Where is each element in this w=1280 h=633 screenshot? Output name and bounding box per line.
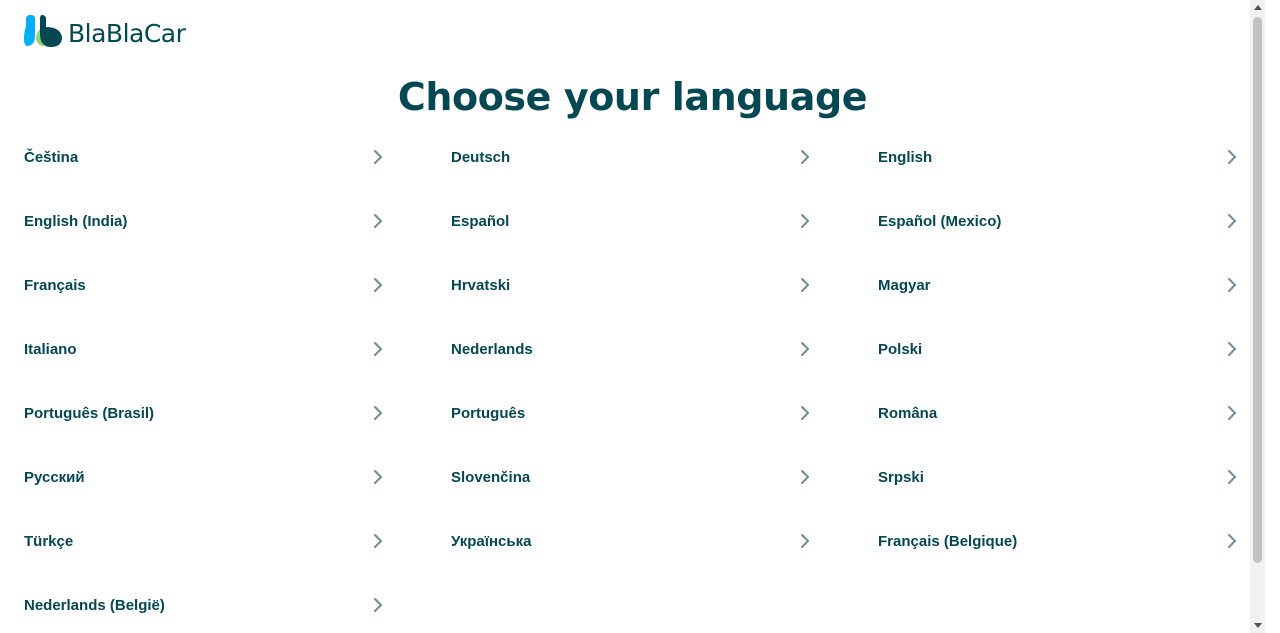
language-option[interactable]: Español (Mexico) — [878, 189, 1240, 253]
language-label: Português — [451, 404, 526, 422]
chevron-right-icon — [801, 278, 809, 292]
language-label: Nederlands (België) — [24, 596, 165, 614]
language-option[interactable]: Português (Brasil) — [24, 381, 386, 445]
language-option[interactable]: Français (Belgique) — [878, 509, 1240, 573]
scroll-up-arrow-icon[interactable] — [1250, 0, 1265, 15]
chevron-right-icon — [1228, 278, 1236, 292]
chevron-right-icon — [1228, 534, 1236, 548]
language-label: Româna — [878, 404, 938, 422]
language-label: Srpski — [878, 468, 924, 486]
language-label: Deutsch — [451, 148, 511, 166]
language-label: Italiano — [24, 340, 77, 358]
language-option[interactable]: Español — [451, 189, 813, 253]
chevron-right-icon — [374, 406, 382, 420]
language-label: Українська — [451, 532, 532, 550]
scrollbar-thumb[interactable] — [1253, 17, 1262, 563]
language-option[interactable]: Hrvatski — [451, 253, 813, 317]
language-label: Polski — [878, 340, 923, 358]
language-label: Čeština — [24, 148, 79, 166]
language-label: English — [878, 148, 933, 166]
language-option[interactable]: Français — [24, 253, 386, 317]
chevron-right-icon — [374, 150, 382, 164]
chevron-right-icon — [374, 342, 382, 356]
chevron-right-icon — [1228, 342, 1236, 356]
language-option[interactable]: English — [878, 125, 1240, 189]
language-option[interactable]: Polski — [878, 317, 1240, 381]
language-label: Slovenčina — [451, 468, 531, 486]
chevron-right-icon — [801, 534, 809, 548]
chevron-right-icon — [801, 150, 809, 164]
language-label: Português (Brasil) — [24, 404, 155, 422]
language-label: Español (Mexico) — [878, 212, 1002, 230]
language-label: Nederlands — [451, 340, 533, 358]
language-option[interactable]: Srpski — [878, 445, 1240, 509]
language-label: Hrvatski — [451, 276, 511, 294]
chevron-right-icon — [374, 470, 382, 484]
blablacar-logo[interactable]: BlaBlaCar — [24, 11, 186, 48]
language-label: Magyar — [878, 276, 931, 294]
chevron-right-icon — [374, 598, 382, 612]
language-option[interactable]: Slovenčina — [451, 445, 813, 509]
chevron-right-icon — [1228, 214, 1236, 228]
chevron-right-icon — [374, 214, 382, 228]
language-label: English (India) — [24, 212, 128, 230]
chevron-right-icon — [1228, 406, 1236, 420]
language-label: Français — [24, 276, 86, 294]
language-option[interactable]: Româna — [878, 381, 1240, 445]
language-option[interactable]: Русский — [24, 445, 386, 509]
blablacar-logo-icon — [24, 15, 62, 47]
language-option[interactable]: Nederlands — [451, 317, 813, 381]
language-label: Français (Belgique) — [878, 532, 1018, 550]
chevron-right-icon — [801, 214, 809, 228]
language-option[interactable]: Deutsch — [451, 125, 813, 189]
chevron-right-icon — [801, 406, 809, 420]
chevron-right-icon — [1228, 150, 1236, 164]
language-option[interactable]: Magyar — [878, 253, 1240, 317]
chevron-right-icon — [801, 470, 809, 484]
chevron-right-icon — [801, 342, 809, 356]
chevron-right-icon — [1228, 470, 1236, 484]
language-label: Русский — [24, 468, 85, 486]
language-option[interactable]: Nederlands (België) — [24, 573, 386, 633]
language-page: BlaBlaCar Choose your language Čeština De… — [0, 0, 1265, 633]
chevron-right-icon — [374, 278, 382, 292]
language-option[interactable]: English (India) — [24, 189, 386, 253]
language-option[interactable]: Čeština — [24, 125, 386, 189]
vertical-scrollbar[interactable] — [1250, 0, 1265, 633]
language-label: Español — [451, 212, 510, 230]
page-title: Choose your language — [397, 75, 868, 119]
language-label: Türkçe — [24, 532, 74, 550]
language-option[interactable]: Türkçe — [24, 509, 386, 573]
logo-text: BlaBlaCar — [68, 19, 186, 48]
scroll-down-arrow-icon[interactable] — [1250, 618, 1265, 633]
language-option[interactable]: Português — [451, 381, 813, 445]
language-option[interactable]: Українська — [451, 509, 813, 573]
language-option[interactable]: Italiano — [24, 317, 386, 381]
chevron-right-icon — [374, 534, 382, 548]
